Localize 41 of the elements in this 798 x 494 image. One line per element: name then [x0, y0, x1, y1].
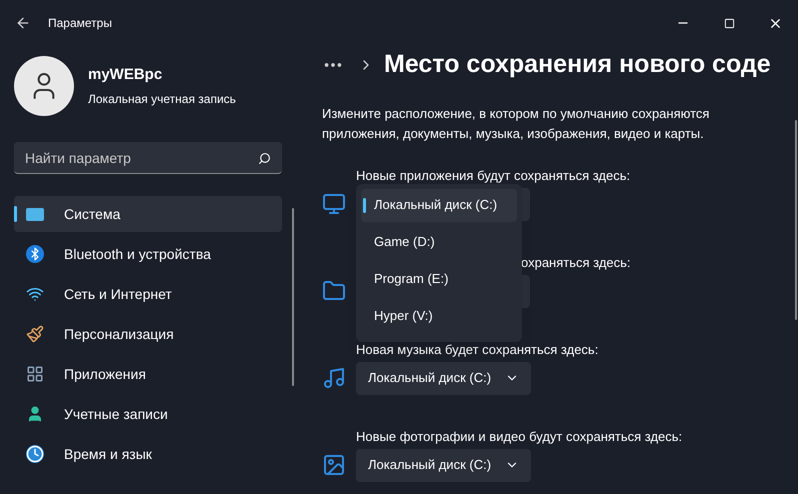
section-label: Новые фотографии и видео будут сохраняться здесь:: [356, 428, 684, 444]
selection-indicator: [363, 198, 366, 212]
dropdown-option[interactable]: Hyper (V:): [361, 300, 517, 332]
picture-icon: [322, 453, 346, 477]
scrollbar[interactable]: [292, 208, 294, 386]
person-icon: [26, 405, 44, 423]
dropdown-option[interactable]: Локальный диск (C:): [361, 188, 517, 222]
drive-dropdown[interactable]: Локальный диск (C:): [356, 362, 532, 394]
brush-icon: [26, 325, 44, 343]
dropdown-option[interactable]: Program (E:): [361, 262, 517, 296]
monitor-icon: [322, 192, 346, 216]
page-title: Место сохранения нового соде: [384, 49, 771, 80]
back-icon[interactable]: [15, 15, 31, 31]
dropdown-option[interactable]: Game (D:): [361, 226, 517, 258]
nav-item[interactable]: Сеть и Интернет: [14, 276, 282, 312]
drive-dropdown[interactable]: Локальный диск (C:): [356, 448, 532, 482]
window-title: Параметры: [48, 15, 112, 32]
nav-item[interactable]: Персонализация: [14, 316, 282, 352]
maximize-icon: [724, 18, 734, 28]
search-field[interactable]: Найти параметр: [14, 142, 282, 174]
nav-item[interactable]: Учетные записи: [14, 396, 282, 432]
scrollbar[interactable]: [795, 120, 797, 320]
folder-icon: [322, 279, 346, 303]
section-label: Новые приложения будут сохраняться здесь:: [356, 166, 632, 184]
nav-item[interactable]: Bluetooth и устройства: [14, 236, 282, 272]
selection-indicator: [14, 206, 17, 222]
bluetooth-icon: [26, 245, 44, 263]
section-label: Новая музыка будет сохраняться здесь:: [356, 340, 600, 358]
nav-item[interactable]: Время и язык: [14, 436, 282, 472]
wifi-icon: [26, 285, 44, 303]
page-description: Измените расположение, в котором по умолчанию сохраняются приложения, документы, музыка, изображения, видео и карты.: [322, 104, 710, 143]
account-name: myWEBpc: [88, 64, 164, 85]
search-icon[interactable]: [258, 152, 271, 165]
nav-item[interactable]: Система: [14, 196, 282, 232]
account-type: Локальная учетная запись: [88, 91, 236, 108]
music-note-icon: [322, 366, 346, 390]
section-label: охраняться здесь:: [521, 254, 632, 270]
clock-icon: [26, 445, 44, 463]
nav-item[interactable]: Приложения: [14, 356, 282, 392]
monitor-icon: [26, 208, 44, 220]
apps-icon: [26, 365, 44, 383]
